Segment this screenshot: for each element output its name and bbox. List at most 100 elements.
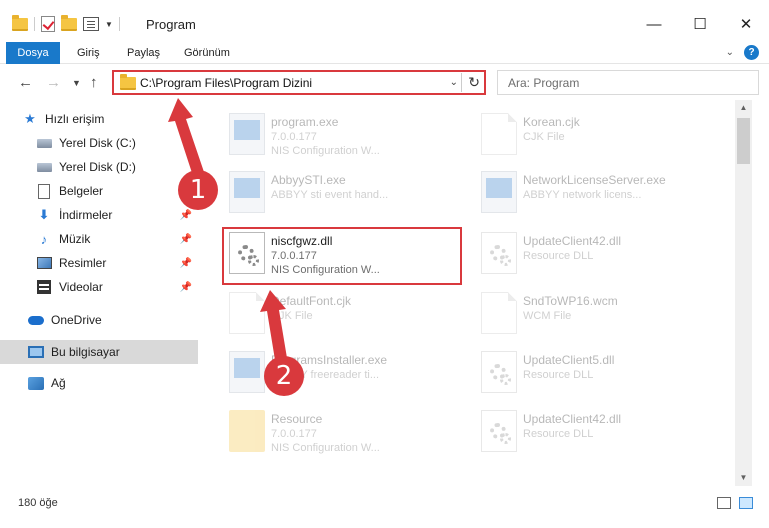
videos-icon: [36, 280, 52, 294]
sidebar-item-onedrive[interactable]: OneDrive: [0, 308, 198, 332]
new-folder-icon[interactable]: [61, 14, 77, 31]
file-description: ABBYY network licens...: [523, 189, 642, 201]
dll-gear-icon: [481, 410, 517, 452]
search-input[interactable]: Ara: Program: [497, 70, 759, 95]
dll-gear-icon: [481, 232, 517, 274]
minimize-button[interactable]: —: [631, 8, 677, 40]
file-item[interactable]: NetworkLicenseServer.exe ABBYY network l…: [475, 163, 725, 221]
navigation-pane: ★ Hızlı erişim Yerel Disk (C:) Yerel Dis…: [0, 100, 200, 486]
tab-file[interactable]: Dosya: [6, 42, 60, 64]
sidebar-item-label: Bu bilgisayar: [51, 345, 120, 359]
sidebar-item-pictures[interactable]: Resimler 📌: [0, 251, 198, 275]
vertical-scrollbar[interactable]: ▲ ▼: [735, 100, 752, 486]
file-version: 7.0.0.177: [271, 428, 317, 440]
tiles-view-icon[interactable]: [739, 497, 753, 509]
properties-icon[interactable]: [83, 17, 99, 31]
help-icon[interactable]: ?: [744, 45, 759, 60]
pin-icon[interactable]: 📌: [180, 210, 192, 221]
file-type: Resource DLL: [523, 428, 594, 440]
pin-icon[interactable]: 📌: [180, 234, 192, 245]
executable-icon: [229, 113, 265, 155]
drive-icon: [36, 160, 52, 174]
sidebar-item-network[interactable]: Ağ: [0, 371, 198, 395]
close-button[interactable]: ✕: [723, 8, 769, 40]
scroll-up-icon[interactable]: ▲: [735, 100, 752, 116]
file-name: Korean.cjk: [523, 115, 580, 129]
sidebar-item-label: Ağ: [51, 376, 66, 390]
file-item[interactable]: Resource 7.0.0.177 NIS Configuration W..…: [223, 402, 473, 460]
file-type: WCM File: [523, 310, 572, 322]
sidebar-item-this-pc[interactable]: Bu bilgisayar: [0, 340, 198, 364]
details-view-icon[interactable]: [717, 497, 731, 509]
drive-icon: [36, 136, 52, 150]
sidebar-item-label: İndirmeler: [59, 208, 113, 222]
star-icon: ★: [24, 111, 36, 126]
dll-gear-icon: [481, 351, 517, 393]
sidebar-item-quick-access[interactable]: ★ Hızlı erişim: [0, 107, 198, 131]
toolbar-separator: [34, 17, 35, 31]
address-path[interactable]: C:\Program Files\Program Dizini: [140, 76, 312, 90]
file-item[interactable]: UpdateClient5.dll Resource DLL: [475, 343, 725, 401]
title-bar: ▼ Program — ☐ ✕: [0, 0, 769, 42]
sidebar-item-documents[interactable]: Belgeler: [0, 179, 198, 203]
expand-ribbon-icon[interactable]: ⌄: [726, 47, 734, 58]
file-item[interactable]: SndToWP16.wcm WCM File: [475, 284, 725, 342]
sidebar-item-disk-c[interactable]: Yerel Disk (C:): [0, 131, 198, 155]
executable-icon: [229, 351, 265, 393]
ribbon-controls: ⌄ ?: [726, 45, 759, 60]
up-arrow-icon[interactable]: ↑: [90, 74, 98, 91]
view-toggle: [717, 497, 753, 509]
file-version: 7.0.0.177: [271, 131, 317, 143]
sidebar-item-label: Yerel Disk (D:): [59, 160, 136, 174]
back-arrow-icon[interactable]: ←: [18, 74, 33, 91]
item-count: 180 öğe: [18, 497, 58, 509]
file-item[interactable]: UpdateClient42.dll Resource DLL: [475, 402, 725, 460]
sidebar-item-music[interactable]: ♪ Müzik 📌: [0, 227, 198, 251]
forward-arrow-icon[interactable]: →: [46, 74, 61, 91]
file-name: program.exe: [271, 115, 339, 129]
window-controls: — ☐ ✕: [631, 8, 769, 40]
executable-icon: [229, 171, 265, 213]
scrollbar-thumb[interactable]: [737, 118, 750, 164]
quick-access-toolbar: ▼: [12, 14, 120, 34]
chevron-down-icon[interactable]: ⌄: [450, 77, 458, 88]
file-item[interactable]: Korean.cjk CJK File: [475, 105, 725, 163]
file-item[interactable]: program.exe 7.0.0.177 NIS Configuration …: [223, 105, 473, 163]
file-name: AbbyySTI.exe: [271, 173, 346, 187]
refresh-icon[interactable]: ↻: [468, 74, 480, 91]
sidebar-item-label: Belgeler: [59, 184, 104, 198]
file-item[interactable]: AbbyySTI.exe ABBYY sti event hand...: [223, 163, 473, 221]
file-name: UpdateClient42.dll: [523, 234, 622, 248]
address-bar[interactable]: C:\Program Files\Program Dizini ⌄ ↻: [112, 70, 486, 95]
file-description: ABBYY sti event hand...: [271, 189, 389, 201]
recent-locations-icon[interactable]: ▼: [72, 78, 81, 88]
step-callout-2: 2: [264, 356, 304, 396]
chevron-down-icon[interactable]: ▼: [105, 20, 113, 29]
status-bar: 180 öğe: [0, 488, 769, 528]
scroll-down-icon[interactable]: ▼: [735, 470, 752, 486]
documents-icon: [36, 183, 52, 199]
file-item[interactable]: ProgramsInstaller.exe ABBYY freereader t…: [223, 343, 473, 401]
file-name: DefaultFont.cjk: [271, 294, 352, 308]
file-type: Resource DLL: [523, 250, 594, 262]
executable-icon: [481, 171, 517, 213]
sidebar-item-disk-d[interactable]: Yerel Disk (D:): [0, 155, 198, 179]
file-name: NetworkLicenseServer.exe: [523, 173, 666, 187]
tab-share[interactable]: Paylaş: [127, 42, 160, 64]
file-item[interactable]: UpdateClient42.dll Resource DLL: [475, 224, 725, 282]
tab-view[interactable]: Görünüm: [184, 42, 230, 64]
folder-icon: [229, 410, 265, 452]
sidebar-item-label: Resimler: [59, 256, 107, 270]
maximize-button[interactable]: ☐: [677, 8, 723, 40]
pin-icon[interactable]: 📌: [180, 282, 192, 293]
downloads-icon: ⬇: [38, 207, 50, 222]
properties-check-icon[interactable]: [41, 16, 55, 32]
sidebar-item-videos[interactable]: Videolar 📌: [0, 275, 198, 299]
pin-icon[interactable]: 📌: [180, 258, 192, 269]
sidebar-item-label: OneDrive: [51, 313, 102, 327]
file-item[interactable]: DefaultFont.cjk CJK File: [223, 284, 473, 342]
sidebar-item-downloads[interactable]: ⬇ İndirmeler 📌: [0, 203, 198, 227]
sidebar-item-label: Yerel Disk (C:): [59, 136, 136, 150]
sidebar-item-label: Hızlı erişim: [45, 112, 105, 126]
tab-home[interactable]: Giriş: [77, 42, 100, 64]
